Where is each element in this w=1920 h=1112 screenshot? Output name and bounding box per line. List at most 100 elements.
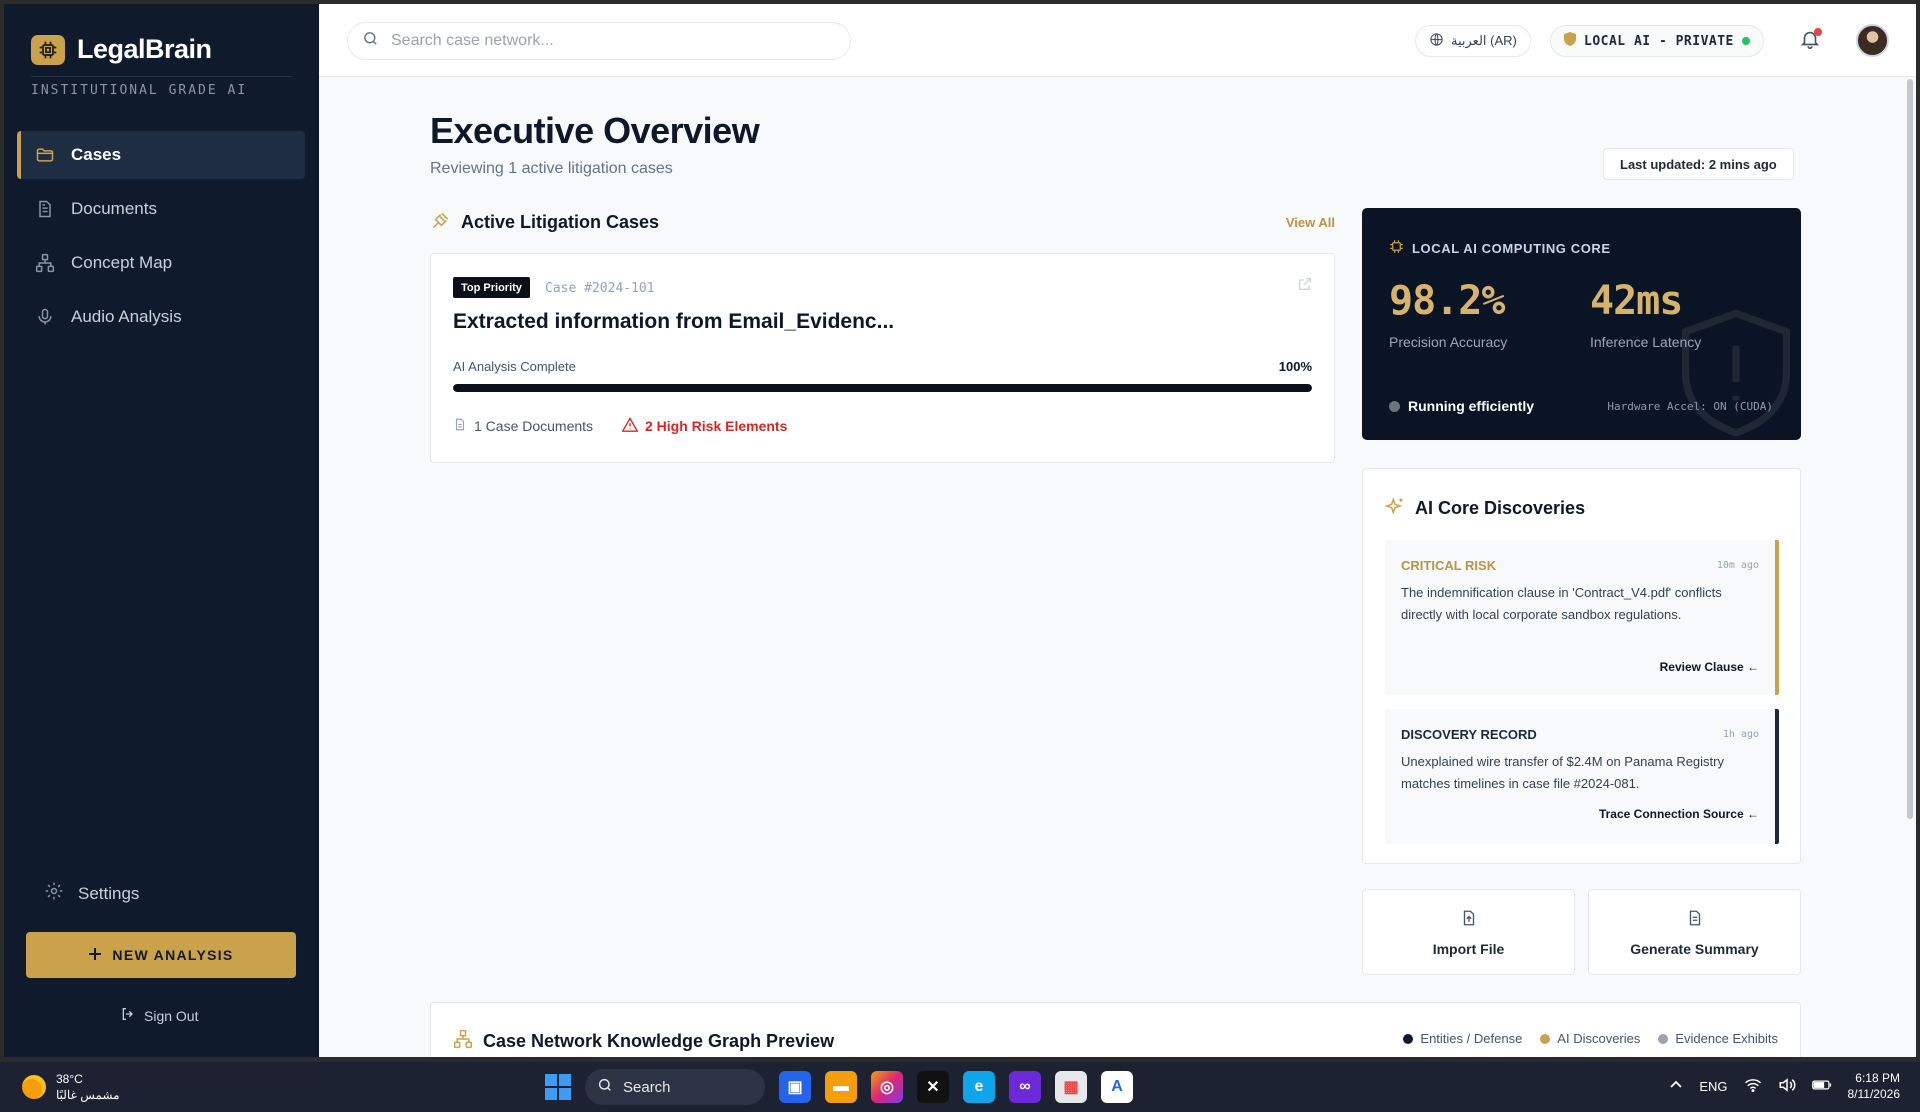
legend-label: AI Discoveries — [1557, 1031, 1641, 1046]
bell-icon[interactable] — [1799, 28, 1823, 52]
cases-section-title: Active Litigation Cases — [461, 212, 660, 232]
discovery-item[interactable]: CRITICAL RISK 10m ago The indemnificatio… — [1385, 540, 1779, 695]
network-icon — [35, 253, 55, 273]
x-app-icon[interactable]: ✕ — [917, 1071, 949, 1103]
legend-label: Evidence Exhibits — [1675, 1031, 1778, 1046]
sidebar-nav: Cases Documents Concept Map Audio Analys… — [17, 131, 305, 347]
chevron-up-icon[interactable] — [1669, 1078, 1683, 1095]
logout-icon — [120, 1006, 136, 1025]
windows-start-icon[interactable] — [545, 1074, 571, 1100]
import-file-label: Import File — [1432, 940, 1505, 957]
sign-out-label: Sign Out — [144, 1007, 199, 1024]
legend-dot — [1658, 1033, 1669, 1044]
document-icon — [453, 417, 467, 435]
taskbar: 38°C مشمس غالبًا Search ▣ ▬ ◎ ✕ e ∞ ▦ A … — [0, 1062, 1920, 1112]
search-icon — [362, 30, 379, 52]
instagram-icon[interactable]: ◎ — [871, 1071, 903, 1103]
progress-label: AI Analysis Complete — [453, 359, 576, 374]
sidebar-item-cases[interactable]: Cases — [17, 131, 305, 179]
case-risk-label: 2 High Risk Elements — [645, 418, 788, 434]
progress-percent: 100% — [1278, 359, 1312, 374]
legend-label: Entities / Defense — [1420, 1031, 1523, 1046]
precision-value: 98.2% — [1389, 278, 1505, 324]
notification-dot — [1814, 28, 1822, 36]
document-icon — [1686, 908, 1704, 931]
trace-connection-link[interactable]: Trace Connection Source ← — [1599, 807, 1759, 821]
page-subtitle: Reviewing 1 active litigation cases — [430, 160, 673, 177]
weather-widget[interactable]: 38°C مشمس غالبًا — [22, 1071, 120, 1103]
search-box[interactable] — [347, 22, 851, 60]
search-icon — [597, 1077, 613, 1097]
edge-browser-icon[interactable]: e — [963, 1071, 995, 1103]
temperature: 38°C — [56, 1072, 83, 1086]
discovery-item[interactable]: DISCOVERY RECORD 1h ago Unexplained wire… — [1385, 709, 1779, 844]
discovery-text: The indemnification clause in 'Contract_… — [1401, 585, 1722, 622]
progress-bar — [453, 384, 1312, 392]
case-documents-count: 1 Case Documents — [453, 417, 593, 435]
ai-mode-label: LOCAL AI - PRIVATE — [1584, 33, 1734, 49]
clock[interactable]: 6:18 PM 8/11/2026 — [1848, 1070, 1901, 1102]
view-all-link[interactable]: View All — [1286, 215, 1335, 230]
settings-link[interactable]: Settings — [44, 881, 139, 906]
taskbar-search-label: Search — [623, 1078, 671, 1096]
top-bar: العربية (AR) LOCAL AI - PRIVATE — [319, 4, 1916, 77]
taskbar-search[interactable]: Search — [585, 1069, 765, 1105]
sidebar: LegalBrain INSTITUTIONAL GRADE AI Cases … — [4, 4, 319, 1057]
sidebar-item-concept-map[interactable]: Concept Map — [17, 239, 305, 287]
status-dot — [1741, 37, 1750, 45]
generate-summary-label: Generate Summary — [1630, 940, 1759, 957]
review-clause-link[interactable]: Review Clause ← — [1660, 660, 1759, 674]
sidebar-item-label: Cases — [71, 145, 122, 164]
brand-divider — [31, 76, 292, 77]
document-icon — [35, 199, 55, 219]
network-icon — [453, 1029, 473, 1054]
discoveries-title: AI Core Discoveries — [1415, 498, 1586, 518]
discovery-time: 10m ago — [1716, 560, 1759, 571]
sign-out-button[interactable]: Sign Out — [120, 1006, 198, 1025]
chip-logo-icon — [31, 34, 65, 65]
sidebar-item-label: Concept Map — [71, 253, 173, 272]
sidebar-item-audio-analysis[interactable]: Audio Analysis — [17, 293, 305, 341]
ai-mode-badge[interactable]: LOCAL AI - PRIVATE — [1550, 25, 1764, 57]
import-file-button[interactable]: Import File — [1362, 889, 1575, 975]
avatar[interactable] — [1856, 24, 1889, 57]
external-link-icon[interactable] — [1297, 276, 1313, 297]
volume-icon[interactable] — [1778, 1077, 1796, 1096]
shield-watermark-icon — [1681, 308, 1791, 440]
settings-label: Settings — [78, 883, 140, 903]
discovery-type: DISCOVERY RECORD — [1401, 727, 1537, 742]
chip-icon — [1389, 239, 1404, 257]
discoveries-header: AI Core Discoveries — [1384, 496, 1586, 521]
store-icon[interactable]: ▦ — [1055, 1071, 1087, 1103]
battery-icon[interactable] — [1811, 1078, 1832, 1095]
new-analysis-button[interactable]: NEW ANALYSIS — [26, 932, 296, 978]
system-tray: ENG 6:18 PM 8/11/2026 — [1669, 1070, 1900, 1102]
sidebar-item-label: Audio Analysis — [71, 307, 182, 326]
discoveries-card: AI Core Discoveries CRITICAL RISK 10m ag… — [1362, 468, 1801, 864]
sparkle-icon — [1384, 496, 1405, 521]
file-explorer-icon[interactable]: ▣ — [779, 1071, 811, 1103]
sidebar-item-documents[interactable]: Documents — [17, 185, 305, 233]
folder-app-icon[interactable]: ▬ — [825, 1071, 857, 1103]
app-a-icon[interactable]: A — [1101, 1071, 1133, 1103]
hardware-accel-text: Hardware Accel: ON (CUDA) — [1607, 400, 1773, 413]
keyboard-language[interactable]: ENG — [1699, 1079, 1727, 1094]
page-title: Executive Overview — [430, 110, 760, 151]
clock-time: 6:18 PM — [1855, 1071, 1900, 1085]
visual-studio-icon[interactable]: ∞ — [1009, 1071, 1041, 1103]
scrollbar[interactable] — [1907, 79, 1913, 819]
case-id: Case #2024-101 — [545, 281, 655, 296]
ai-core-header: LOCAL AI COMPUTING CORE — [1389, 239, 1611, 257]
search-input[interactable] — [391, 32, 811, 50]
status-dot — [1389, 400, 1400, 412]
language-label: العربية (AR) — [1451, 33, 1517, 48]
case-risk-count: 2 High Risk Elements — [621, 417, 788, 435]
legend-item: Entities / Defense — [1403, 1031, 1522, 1046]
brand[interactable]: LegalBrain — [31, 34, 212, 65]
case-title[interactable]: Extracted information from Email_Evidenc… — [453, 310, 894, 334]
case-card[interactable]: Top Priority Case #2024-101 Extracted in… — [430, 253, 1335, 463]
generate-summary-button[interactable]: Generate Summary — [1588, 889, 1801, 975]
wifi-icon[interactable] — [1744, 1078, 1762, 1095]
language-button[interactable]: العربية (AR) — [1415, 25, 1531, 57]
cases-section-header: Active Litigation Cases View All — [431, 210, 1335, 235]
